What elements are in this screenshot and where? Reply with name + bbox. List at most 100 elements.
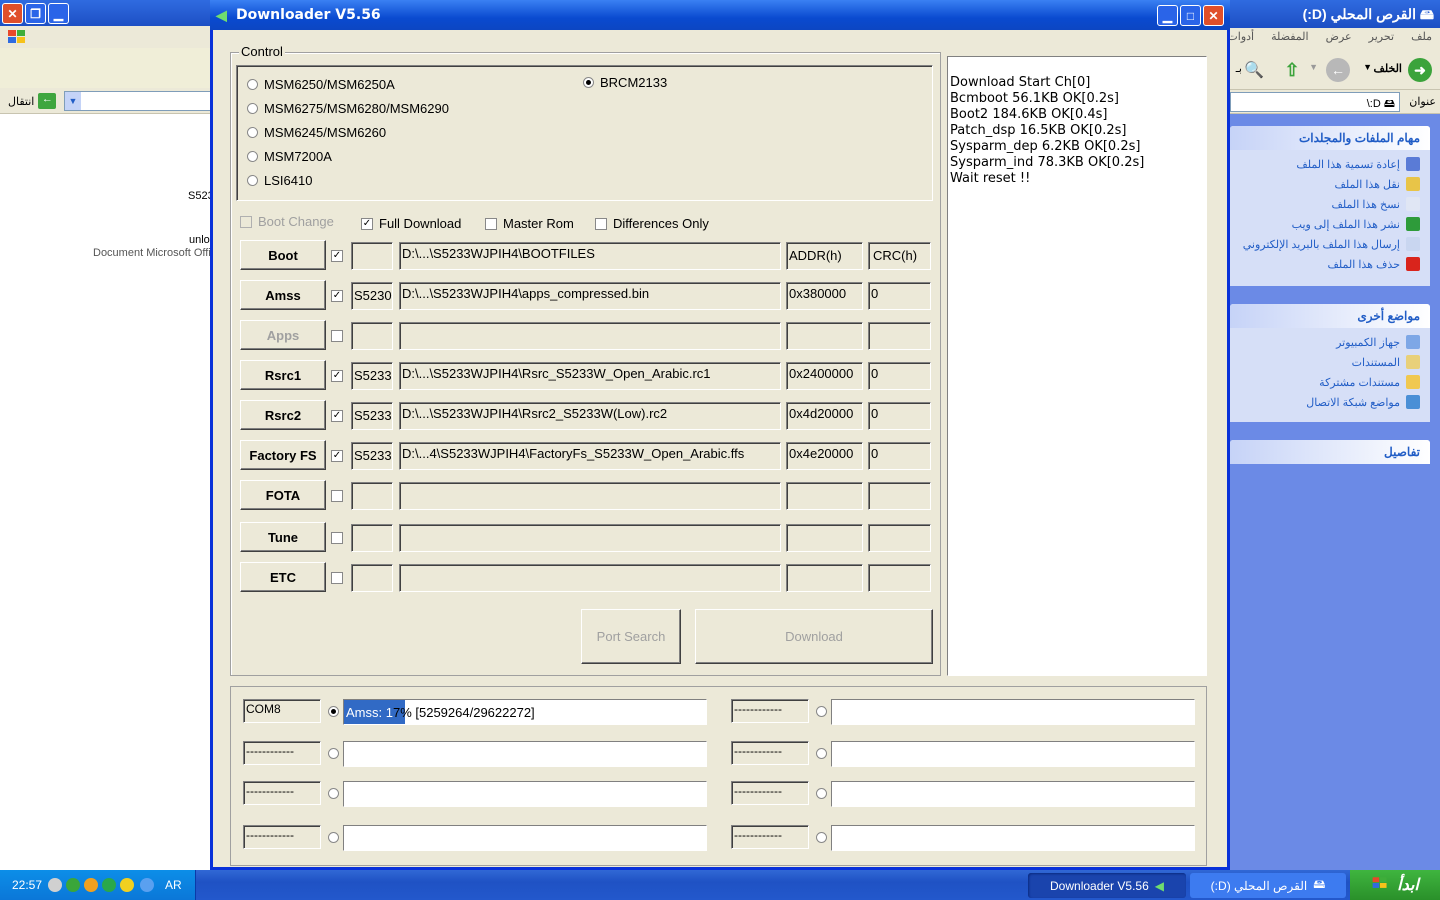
amss-button[interactable]: Amss — [240, 280, 326, 310]
rsrc1-path-field[interactable]: D:\...\S5233WJPIH4\Rsrc_S5233W_Open_Arab… — [399, 362, 781, 390]
tasks-item[interactable]: نشر هذا الملف إلى ويب — [1230, 214, 1430, 234]
rsrc2-addr-field[interactable]: 0x4d20000 — [786, 402, 863, 430]
shield-icon[interactable] — [120, 878, 134, 892]
apps-button[interactable]: Apps — [240, 320, 326, 350]
port-radio[interactable] — [328, 788, 339, 799]
master-rom-checkbox[interactable] — [485, 217, 497, 230]
fota-addr-field[interactable] — [786, 482, 863, 510]
amss-addr-field[interactable]: 0x380000 — [786, 282, 863, 310]
tune-addr-field[interactable] — [786, 524, 863, 552]
port-radio[interactable] — [328, 748, 339, 759]
utorrent-icon[interactable] — [102, 878, 116, 892]
port-radio[interactable] — [816, 706, 827, 717]
close-button[interactable]: ✕ — [1203, 5, 1224, 26]
fota-checkbox[interactable] — [331, 490, 343, 502]
apps-addr-field[interactable] — [786, 322, 863, 350]
boot-button[interactable]: Boot — [240, 240, 326, 270]
up-folder-icon[interactable]: ⇧ — [1280, 58, 1304, 82]
minimize-icon[interactable]: ▁ — [48, 3, 69, 24]
full-download-checkbox[interactable]: ✓ — [361, 217, 373, 230]
rsrc2-path-field[interactable]: D:\...\S5233WJPIH4\Rsrc2_S5233W(Low).rc2 — [399, 402, 781, 430]
amss-path-field[interactable]: D:\...\S5233WJPIH4\apps_compressed.bin — [399, 282, 781, 310]
fota-button[interactable]: FOTA — [240, 480, 326, 510]
full-download-option[interactable]: ✓ Full Download — [361, 216, 461, 231]
radio-brcm2133[interactable] — [583, 77, 594, 88]
tune-button[interactable]: Tune — [240, 522, 326, 552]
chip-option-brcm2133[interactable]: BRCM2133 — [583, 75, 667, 90]
tune-path-field[interactable] — [399, 524, 781, 552]
port-radio[interactable] — [816, 832, 827, 843]
places-item[interactable]: جهاز الكمبيوتر — [1230, 332, 1430, 352]
forward-arrow-icon[interactable]: ← — [1326, 58, 1350, 82]
boot-checkbox[interactable]: ✓ — [331, 250, 343, 262]
tune-checkbox[interactable] — [331, 532, 343, 544]
chip-option-lsi6410[interactable]: LSI6410 — [247, 173, 312, 188]
factory-fs-crc-field[interactable]: 0 — [868, 442, 931, 470]
menu-file[interactable]: ملف — [1411, 31, 1432, 43]
tasks-item[interactable]: نسخ هذا الملف — [1230, 194, 1430, 214]
menu-tools[interactable]: أدوات — [1228, 31, 1254, 43]
differences-only-checkbox[interactable] — [595, 217, 607, 230]
address-input[interactable]: 🖴 D:\ — [1230, 92, 1400, 112]
factory-fs-path-field[interactable]: D:\...4\S5233WJPIH4\FactoryFs_S5233W_Ope… — [399, 442, 781, 470]
other-places-title[interactable]: مواضع أخرى — [1230, 304, 1430, 328]
radio-msm6245[interactable] — [247, 127, 258, 138]
search-label[interactable]: بـ — [1236, 62, 1242, 75]
rsrc1-checkbox[interactable]: ✓ — [331, 370, 343, 382]
apps-crc-field[interactable] — [868, 322, 931, 350]
back-label[interactable]: الخلف — [1373, 62, 1402, 75]
port-radio[interactable] — [816, 748, 827, 759]
minimize-button[interactable]: ▁ — [1157, 5, 1178, 26]
chip-option-msm7200a[interactable]: MSM7200A — [247, 149, 332, 164]
taskbar-button-explorer[interactable]: 🖴 القرص المحلي (D:) — [1190, 873, 1346, 898]
fota-crc-field[interactable] — [868, 482, 931, 510]
menu-favorites[interactable]: المفضلة — [1271, 31, 1308, 43]
radio-msm6250[interactable] — [247, 79, 258, 90]
radio-lsi6410[interactable] — [247, 175, 258, 186]
port-radio[interactable] — [328, 832, 339, 843]
etc-checkbox[interactable] — [331, 572, 343, 584]
menu-view[interactable]: عرض — [1326, 31, 1352, 43]
port-radio[interactable] — [816, 788, 827, 799]
file-tasks-title[interactable]: مهام الملفات والمجلدات — [1230, 126, 1430, 150]
tasks-item[interactable]: إعادة تسمية هذا الملف — [1230, 154, 1430, 174]
factory-fs-addr-field[interactable]: 0x4e20000 — [786, 442, 863, 470]
port-search-button[interactable]: Port Search — [581, 609, 681, 664]
rsrc1-crc-field[interactable]: 0 — [868, 362, 931, 390]
menu-edit[interactable]: تحرير — [1369, 31, 1394, 43]
etc-crc-field[interactable] — [868, 564, 931, 592]
tasks-item[interactable]: إرسال هذا الملف بالبريد الإلكتروني — [1230, 234, 1430, 254]
apps-path-field[interactable] — [399, 322, 781, 350]
start-button[interactable]: ابدأ — [1350, 870, 1440, 900]
rsrc2-checkbox[interactable]: ✓ — [331, 410, 343, 422]
maximize-button[interactable]: □ — [1180, 5, 1201, 26]
tasks-item[interactable]: نقل هذا الملف — [1230, 174, 1430, 194]
places-item[interactable]: مستندات مشتركة — [1230, 372, 1430, 392]
tune-crc-field[interactable] — [868, 524, 931, 552]
fota-path-field[interactable] — [399, 482, 781, 510]
places-item[interactable]: مواضع شبكة الاتصال — [1230, 392, 1430, 412]
radio-msm7200a[interactable] — [247, 151, 258, 162]
chevron-icon[interactable] — [140, 878, 154, 892]
master-rom-option[interactable]: Master Rom — [485, 216, 574, 231]
search-icon[interactable]: 🔍 — [1242, 58, 1266, 82]
close-icon[interactable]: ✕ — [2, 3, 23, 24]
amss-checkbox[interactable]: ✓ — [331, 290, 343, 302]
network-icon[interactable] — [48, 878, 62, 892]
address-combo[interactable]: ▼ — [64, 91, 212, 111]
chevron-down-icon[interactable]: ▼ — [1363, 62, 1372, 72]
safe-remove-icon[interactable] — [66, 878, 80, 892]
chip-option-msm6250[interactable]: MSM6250/MSM6250A — [247, 77, 395, 92]
port-radio[interactable] — [328, 706, 339, 717]
apps-checkbox[interactable] — [331, 330, 343, 342]
rsrc1-addr-field[interactable]: 0x2400000 — [786, 362, 863, 390]
download-button[interactable]: Download — [695, 609, 933, 664]
chip-option-msm6245[interactable]: MSM6245/MSM6260 — [247, 125, 386, 140]
etc-addr-field[interactable] — [786, 564, 863, 592]
chip-option-msm6275[interactable]: MSM6275/MSM6280/MSM6290 — [247, 101, 449, 116]
places-item[interactable]: المستندات — [1230, 352, 1430, 372]
differences-only-option[interactable]: Differences Only — [595, 216, 709, 231]
chevron-down-icon[interactable]: ▼ — [65, 92, 81, 110]
language-indicator[interactable]: AR — [165, 878, 182, 892]
amss-crc-field[interactable]: 0 — [868, 282, 931, 310]
